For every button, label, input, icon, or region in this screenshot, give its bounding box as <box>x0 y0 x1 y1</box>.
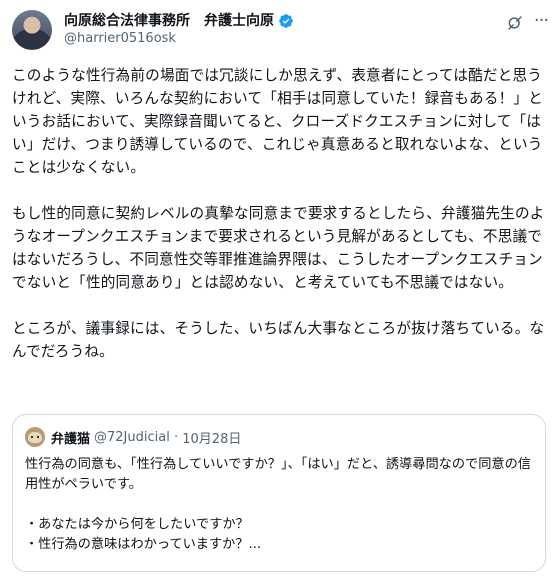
tweet-paragraph: このような性行為前の場面では冗談にしか思えず、表意者にとっては酷だと思うけれど、… <box>12 67 543 176</box>
verified-badge-icon <box>279 14 293 28</box>
quoted-author-handle: @72Judicial <box>94 429 170 445</box>
author-avatar[interactable] <box>12 10 52 50</box>
author-handle[interactable]: @harrier0516osk <box>64 30 294 48</box>
tweet-card: 向原総合法律事務所 弁護士向原 @harrier0516osk ··· このよう… <box>0 0 560 576</box>
grok-icon[interactable] <box>506 14 524 32</box>
quoted-author-avatar <box>25 427 45 447</box>
quoted-bullet: ・性行為の意味はわかっていますか？... <box>25 537 262 552</box>
tweet-header: 向原総合法律事務所 弁護士向原 @harrier0516osk ··· <box>12 8 552 56</box>
author-display-name[interactable]: 向原総合法律事務所 弁護士向原 <box>64 12 274 30</box>
dot-separator: · <box>169 429 183 445</box>
quoted-tweet[interactable]: 弁護猫 @72Judicial · 10月28日 性行為の同意も、「性行為してい… <box>12 414 546 572</box>
tweet-text: このような性行為前の場面では冗談にしか思えず、表意者にとっては酷だと思うけれど、… <box>12 64 550 386</box>
quoted-bullet: ・あなたは今から何をしたいですか？ <box>25 517 249 532</box>
tweet-paragraph: もし性的同意に契約レベルの真摯な同意まで要求するとしたら、弁護猫先生のようなオー… <box>12 205 545 291</box>
tweet-paragraph: ところが、議事録には、そうした、いちばん大事なところが抜け落ちている。なんでだろ… <box>12 320 545 360</box>
quoted-tweet-header: 弁護猫 @72Judicial · 10月28日 <box>25 427 241 447</box>
quoted-tweet-date: 10月28日 <box>182 431 242 447</box>
quoted-author-name: 弁護猫 <box>51 431 91 447</box>
quoted-tweet-text: 性行為の同意も、「性行為していいですか？」、「はい」だと、誘導尋問なので同意の信… <box>25 455 533 555</box>
author-display-name-row[interactable]: 向原総合法律事務所 弁護士向原 <box>64 12 294 30</box>
more-options-icon[interactable]: ··· <box>532 12 550 32</box>
quoted-line: 性行為の同意も、「性行為していいですか？」、「はい」だと、誘導尋問なので同意の信… <box>25 457 531 492</box>
author-names: 向原総合法律事務所 弁護士向原 @harrier0516osk <box>64 12 294 48</box>
